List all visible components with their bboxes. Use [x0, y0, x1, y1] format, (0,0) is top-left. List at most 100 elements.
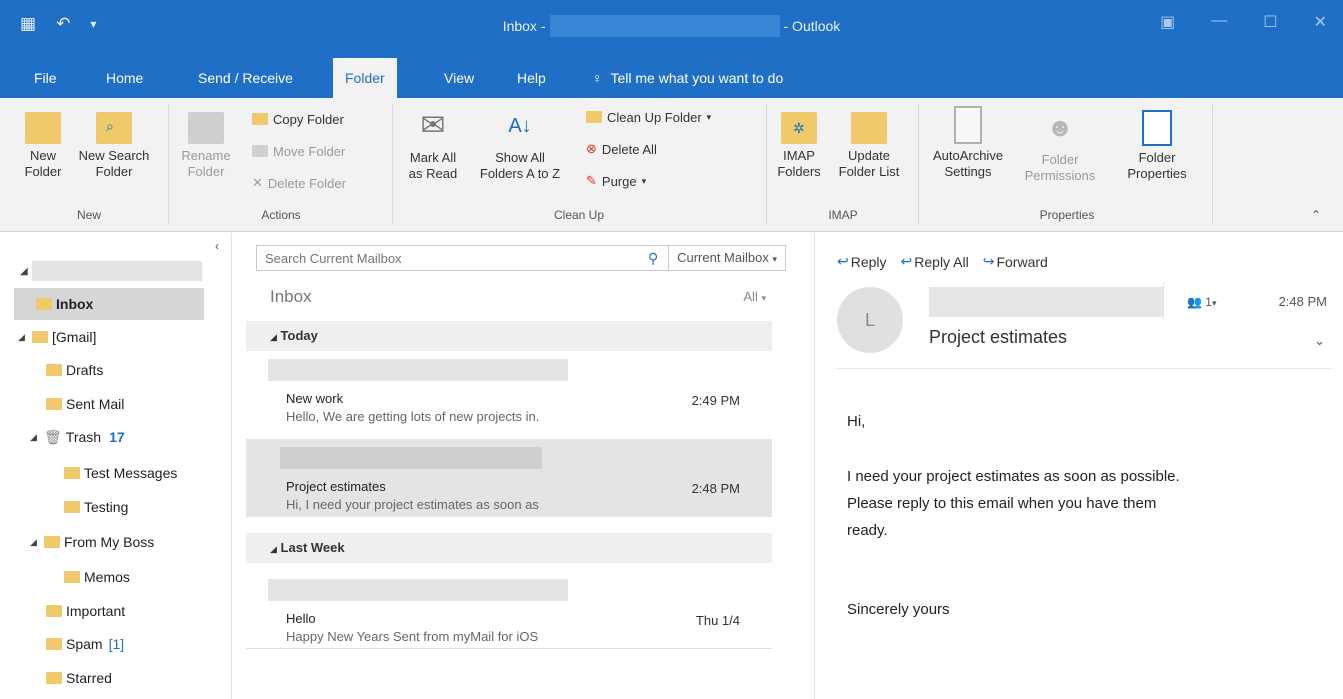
collapse-folder-pane-icon[interactable]: ‹	[215, 239, 219, 253]
header-divider	[837, 368, 1331, 369]
reply-icon: ↩	[837, 253, 849, 269]
folder-permissions-label-1: Folder	[1041, 152, 1079, 167]
rename-folder-label-2: Folder	[187, 164, 225, 179]
message-time: 2:48 PM	[1278, 294, 1327, 309]
folder-gmail[interactable]: ◢ [Gmail]	[18, 321, 96, 353]
drafts-folder-icon	[46, 364, 62, 376]
tab-help[interactable]: Help	[505, 58, 558, 98]
folder-label: Memos	[84, 569, 130, 585]
folder-pane: ‹ ◢ Inbox ◢ [Gmail] Drafts Sent Mail ◢ 🗑…	[0, 233, 232, 699]
mark-all-read-button[interactable]: ✉ Mark All as Read	[398, 106, 468, 182]
clean-up-folder-button[interactable]: Clean Up Folder ▾	[586, 106, 711, 128]
show-all-folders-button[interactable]: A↓ Show All Folders A to Z	[472, 106, 568, 182]
folder-test-messages[interactable]: Test Messages	[64, 457, 177, 489]
reading-pane: ↩ Reply ↩ Reply All ↪ Forward L 👥 1▾ 2:48 P…	[814, 233, 1343, 699]
folder-important[interactable]: Important	[46, 595, 125, 627]
tab-view[interactable]: View	[432, 58, 486, 98]
folder-spam[interactable]: Spam [1]	[46, 628, 124, 660]
folder-permissions-label-2: Permissions	[1024, 168, 1096, 183]
folder-testing[interactable]: Testing	[64, 491, 128, 523]
update-folder-list-button[interactable]: Update Folder List	[826, 112, 912, 180]
window-title-suffix: - Outlook	[783, 18, 841, 34]
list-folder-title: Inbox	[270, 287, 312, 306]
folder-label: Testing	[84, 499, 129, 515]
move-folder-button[interactable]: Move Folder	[252, 140, 345, 162]
tab-home[interactable]: Home	[94, 58, 155, 98]
imap-folders-button[interactable]: ✲ IMAP Folders	[774, 112, 824, 180]
redacted-sender	[929, 287, 1163, 317]
mark-all-read-label-1: Mark All	[409, 150, 457, 165]
forward-button[interactable]: ↪ Forward	[983, 253, 1048, 270]
redacted-sender	[268, 579, 568, 601]
copy-folder-button[interactable]: Copy Folder	[252, 108, 344, 130]
body-line: Hi,	[847, 413, 866, 430]
search-icon[interactable]: ⚲	[638, 250, 668, 267]
close-icon[interactable]: ✕	[1314, 12, 1327, 32]
purge-button[interactable]: ✎ Purge ▾	[586, 170, 646, 192]
search-scope-dropdown[interactable]: Current Mailbox ▾	[668, 246, 785, 270]
inbox-folder-icon	[36, 298, 52, 310]
group-header-today[interactable]: ◢ Today	[246, 321, 772, 351]
collapse-ribbon-icon[interactable]: ⌃	[1311, 208, 1321, 222]
folder-properties-button[interactable]: Folder Properties	[1106, 106, 1208, 182]
delete-folder-button[interactable]: ✕ Delete Folder	[252, 172, 346, 194]
tab-file[interactable]: File	[22, 58, 69, 98]
tab-send-receive[interactable]: Send / Receive	[186, 58, 305, 98]
reply-all-button[interactable]: ↩ Reply All	[901, 253, 969, 270]
folder-label: Sent Mail	[66, 396, 125, 412]
message-item[interactable]: Hello Happy New Years Sent from myMail f…	[246, 571, 772, 649]
maximize-icon[interactable]: ☐	[1263, 12, 1277, 32]
expand-triangle-icon[interactable]: ◢	[20, 266, 28, 277]
rename-folder-button[interactable]: Rename Folder	[176, 112, 236, 180]
account-header[interactable]: ◢	[20, 261, 202, 281]
group-label-clean-up: Clean Up	[553, 208, 605, 222]
folder-properties-label-1: Folder	[1138, 150, 1176, 165]
message-item[interactable]: New work Hello, We are getting lots of n…	[246, 351, 772, 429]
expand-header-icon[interactable]: ⌄	[1314, 333, 1325, 349]
body-line: I need your project estimates as soon as…	[847, 468, 1180, 485]
avatar[interactable]: L	[837, 287, 903, 353]
group-header-last-week[interactable]: ◢ Last Week	[246, 533, 772, 563]
delete-all-button[interactable]: ⊗ Delete All	[586, 138, 657, 160]
autoarchive-settings-button[interactable]: AutoArchive Settings	[926, 106, 1010, 180]
new-search-folder-button[interactable]: ⌕ New Search Folder	[72, 112, 156, 180]
folder-label: Spam	[66, 636, 103, 652]
show-all-folders-label-2: Folders A to Z	[479, 166, 561, 181]
collapse-triangle-icon[interactable]: ◢	[30, 432, 40, 443]
reply-button[interactable]: ↩ Reply	[837, 253, 887, 270]
message-item-selected[interactable]: Project estimates Hi, I need your projec…	[246, 439, 772, 517]
collapse-triangle-icon[interactable]: ◢	[30, 537, 40, 548]
folder-memos[interactable]: Memos	[64, 561, 130, 593]
filter-dropdown[interactable]: All ▾	[743, 289, 766, 304]
folder-trash[interactable]: ◢ 🗑 Trash 17	[30, 421, 125, 453]
folder-sent-mail[interactable]: Sent Mail	[46, 388, 124, 420]
search-input[interactable]	[257, 250, 639, 266]
reply-label: Reply	[850, 253, 887, 270]
folder-label: Inbox	[56, 296, 94, 312]
folder-permissions-button[interactable]: ☻ Folder Permissions	[1016, 106, 1104, 184]
move-folder-icon	[252, 145, 268, 157]
folder-drafts[interactable]: Drafts	[46, 354, 103, 386]
ribbon-display-icon[interactable]: ▣	[1160, 12, 1175, 32]
message-time: 2:49 PM	[691, 393, 740, 408]
redacted-sender	[280, 447, 542, 469]
collapse-triangle-icon[interactable]: ◢	[18, 332, 28, 343]
folder-icon	[64, 501, 80, 513]
clean-up-folder-icon	[586, 111, 602, 123]
folder-inbox[interactable]: Inbox	[14, 288, 204, 320]
unread-count: 17	[109, 429, 125, 445]
ribbon-divider	[392, 104, 393, 224]
tab-folder[interactable]: Folder	[333, 58, 397, 98]
folder-starred[interactable]: Starred	[46, 662, 112, 694]
search-box: ⚲ Current Mailbox ▾	[256, 245, 786, 271]
recipients-dropdown[interactable]: 👥 1▾	[1187, 295, 1217, 309]
folder-label: From My Boss	[64, 534, 155, 550]
clean-up-folder-label: Clean Up Folder	[607, 109, 702, 125]
unread-count: [1]	[108, 636, 125, 652]
minimize-icon[interactable]: —	[1211, 12, 1227, 32]
new-folder-button[interactable]: New Folder	[16, 112, 70, 180]
folder-from-my-boss[interactable]: ◢ From My Boss	[30, 526, 154, 558]
spam-folder-icon	[46, 638, 62, 650]
tell-me-search[interactable]: ♀ Tell me what you want to do	[580, 58, 795, 98]
properties-sheet-icon	[1142, 110, 1172, 146]
